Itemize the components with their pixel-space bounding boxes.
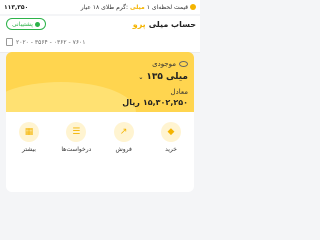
sell-icon: ↗	[113, 122, 134, 142]
copy-icon[interactable]	[6, 38, 13, 46]
account-title: پرو حساب میلی	[133, 20, 196, 29]
action-sell-label: فروش	[115, 146, 132, 153]
action-buy[interactable]: ◆ خرید	[152, 122, 190, 182]
equivalent-amount: ۱۵,۳۰۲,۲۵۰	[142, 98, 188, 107]
rate-prefix: قیمت لحظه‌ای ۱	[146, 3, 188, 11]
rate-brand: میلی	[130, 3, 145, 11]
gold-coin-icon	[190, 4, 196, 10]
gold-price: ۱۱۳,۳۵۰	[4, 3, 29, 11]
quick-actions: ▦ بیشتر ☰ درخواست‌ها ↗ فروش ◆ خرید	[6, 112, 194, 192]
top-price-bar: ۱۱۳,۳۵۰ گرم طلای ۱۸ عیار: میلی قیمت لحظه…	[0, 0, 200, 14]
requests-icon: ☰	[66, 122, 87, 142]
action-requests-label: درخواست‌ها	[61, 146, 92, 153]
support-button[interactable]: پشتیبانی	[6, 18, 46, 30]
balance-card: موجودی ⌄ ۱۳۵ میلی معادل ریال ۱۵,۳۰۲,۲۵۰	[6, 52, 194, 112]
rate-suffix: گرم طلای ۱۸ عیار:	[80, 3, 129, 11]
action-more[interactable]: ▦ بیشتر	[10, 122, 48, 182]
wave-decoration	[6, 82, 136, 112]
support-label: پشتیبانی	[12, 20, 33, 28]
action-requests[interactable]: ☰ درخواست‌ها	[57, 122, 95, 182]
eye-icon[interactable]	[179, 61, 188, 67]
action-buy-label: خرید	[165, 146, 177, 153]
balance-value[interactable]: ⌄ ۱۳۵ میلی	[138, 72, 188, 82]
equivalent-label: معادل	[170, 88, 188, 96]
balance-label-text: موجودی	[152, 60, 176, 68]
action-sell[interactable]: ↗ فروش	[105, 122, 143, 182]
equivalent-value: ریال ۱۵,۳۰۲,۲۵۰	[122, 98, 188, 107]
account-number-value: ۲۰۲۰ - ۳۵۶۴ - ۰۳۶۲ - ۷۶۰۱	[16, 38, 86, 46]
balance-label: موجودی	[152, 60, 188, 68]
account-header: پرو حساب میلی پشتیبانی ۲۰۲۰ - ۳۵۶۴ - ۰۳۶…	[0, 16, 200, 53]
grid-icon: ▦	[19, 122, 39, 142]
gold-bag-icon: ◆	[160, 122, 181, 142]
balance-amount: ۱۳۵ میلی	[146, 72, 188, 82]
chevron-down-icon: ⌄	[138, 73, 144, 81]
action-more-label: بیشتر	[22, 146, 36, 153]
equivalent-unit: ریال	[122, 98, 140, 107]
rate-text: گرم طلای ۱۸ عیار: میلی قیمت لحظه‌ای ۱	[81, 4, 196, 11]
support-icon	[34, 21, 40, 27]
account-brand: پرو	[132, 20, 146, 29]
account-number: ۲۰۲۰ - ۳۵۶۴ - ۰۳۶۲ - ۷۶۰۱	[6, 38, 86, 46]
account-name: حساب میلی	[148, 20, 196, 29]
